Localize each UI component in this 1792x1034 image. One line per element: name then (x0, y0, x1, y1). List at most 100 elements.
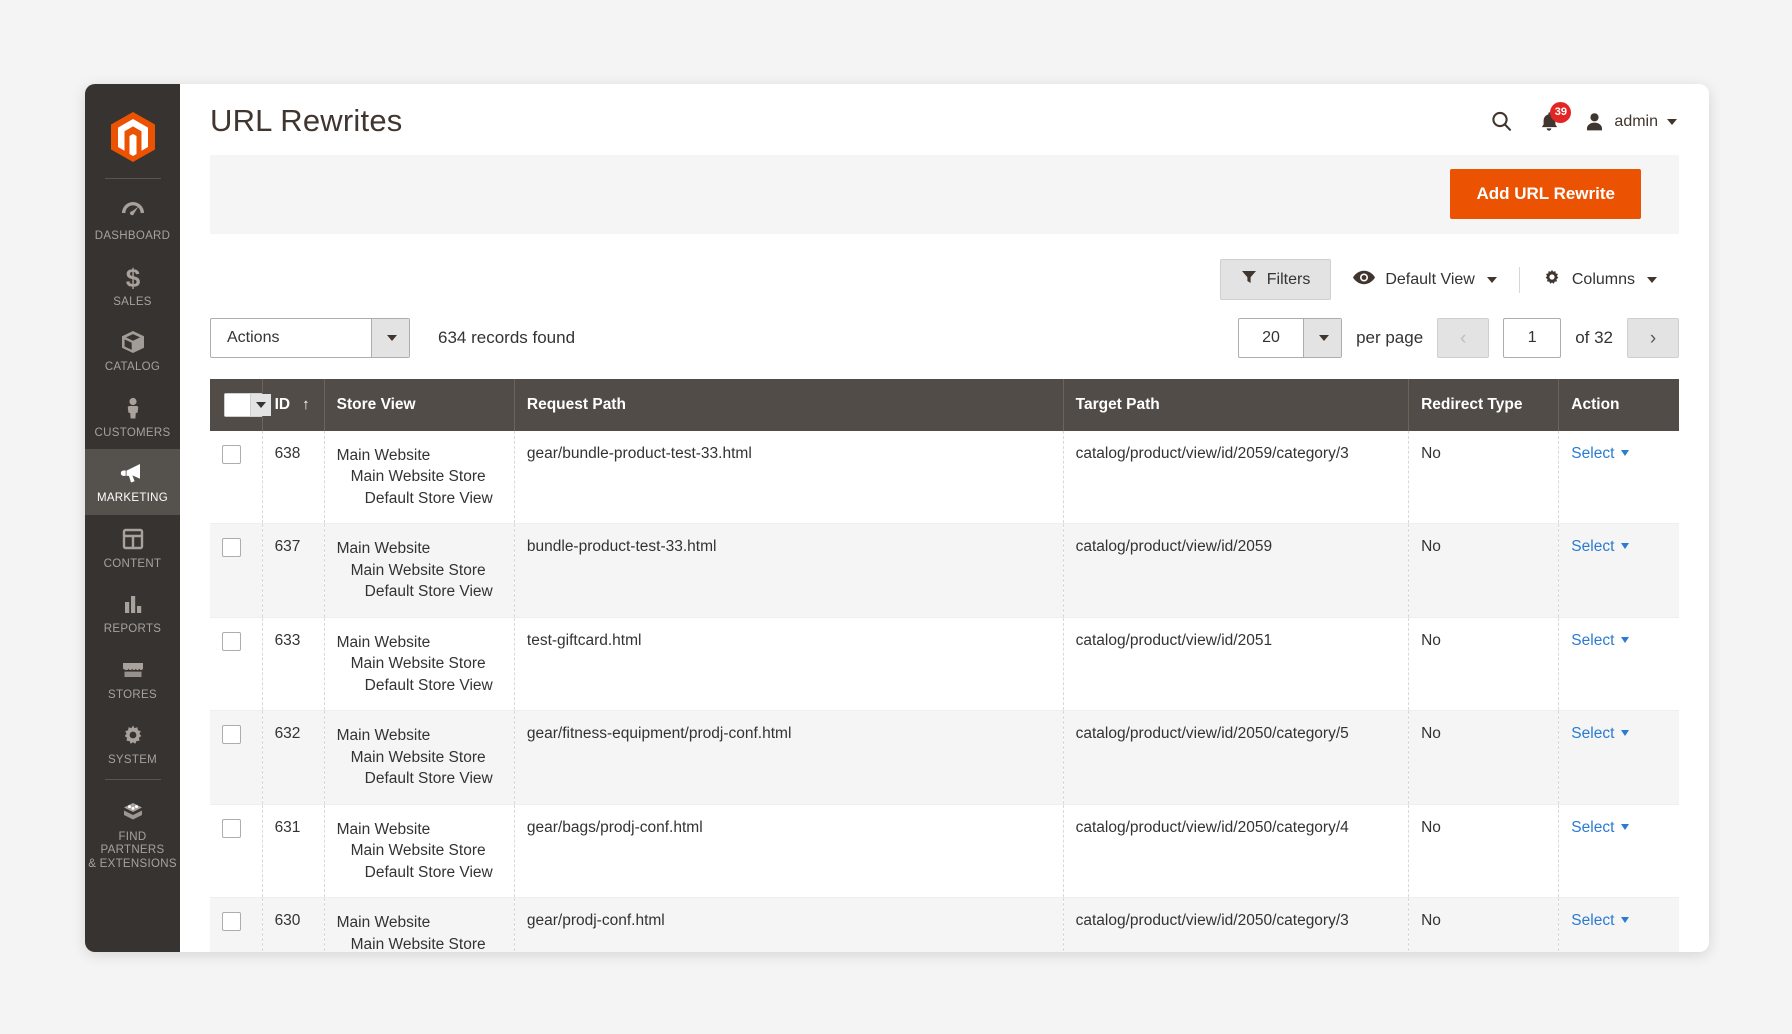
row-action-select[interactable]: Select (1571, 725, 1614, 742)
select-all-dropdown[interactable] (224, 392, 272, 417)
column-header-request-path[interactable]: Request Path (514, 378, 1064, 431)
cell-redirect-type: No (1408, 710, 1560, 805)
sidebar-item-marketing[interactable]: MARKETING (85, 449, 180, 515)
next-page-button[interactable]: › (1627, 318, 1679, 359)
magento-logo-icon (110, 112, 155, 162)
cell-target-path: catalog/product/view/id/2050/category/5 (1063, 710, 1410, 805)
storefront-icon (87, 656, 178, 686)
cell-target-path: catalog/product/view/id/2059 (1063, 523, 1410, 618)
store-view-line: Default Store View (364, 676, 493, 694)
cell-action[interactable]: Select (1558, 430, 1679, 525)
blocks-icon (87, 798, 178, 828)
filters-button[interactable]: Filters (1219, 259, 1332, 301)
cell-request-path: gear/fitness-equipment/prodj-conf.html (514, 710, 1064, 805)
table-row[interactable]: 630Main WebsiteMain Website StoreDefault… (210, 897, 1679, 952)
row-checkbox[interactable] (222, 725, 241, 745)
sidebar-item-label: SALES (113, 295, 152, 308)
table-row[interactable]: 637 Main Website Main Website Store Default… (210, 523, 1679, 618)
magento-logo[interactable] (110, 98, 155, 176)
columns-label: Columns (1571, 270, 1635, 288)
table-header-row: ID ↑ Store View Request Path Target Path… (210, 378, 1679, 431)
row-select-cell[interactable] (210, 430, 263, 525)
default-view-selector[interactable]: Default View (1331, 270, 1519, 290)
per-page-select[interactable]: 20 (1238, 318, 1343, 359)
notifications-bell[interactable]: 39 (1538, 101, 1572, 134)
megaphone-icon (87, 459, 178, 489)
top-bar-actions: 39 admin (1489, 101, 1677, 134)
sidebar-item-dashboard[interactable]: DASHBOARD (85, 187, 180, 253)
box-icon (87, 328, 178, 358)
row-select-cell[interactable] (210, 897, 263, 952)
table-row[interactable]: 633 Main Website Main Website Store Default… (210, 617, 1679, 712)
row-action-select[interactable]: Select (1571, 819, 1614, 836)
table-row[interactable]: 631 Main Website Main Website Store Default… (210, 804, 1679, 899)
page-actions-strip: Add URL Rewrite (210, 155, 1679, 234)
select-all-checkbox[interactable] (225, 393, 250, 416)
sidebar-item-reports[interactable]: REPORTS (85, 580, 180, 646)
admin-menu[interactable]: admin (1584, 111, 1677, 133)
row-action-select[interactable]: Select (1571, 445, 1614, 462)
row-action-select[interactable]: Select (1571, 912, 1614, 929)
row-select-cell[interactable] (210, 710, 263, 805)
row-checkbox[interactable] (222, 912, 241, 932)
row-select-cell[interactable] (210, 804, 263, 899)
sidebar: DASHBOARD $ SALES CATALOG CUSTOMERS MARK… (85, 84, 180, 952)
cell-request-path: bundle-product-test-33.html (514, 523, 1064, 618)
row-checkbox[interactable] (222, 818, 241, 838)
pagination: 20 per page ‹ of 32 › (1238, 318, 1679, 359)
sidebar-item-content[interactable]: CONTENT (85, 515, 180, 581)
sidebar-item-customers[interactable]: CUSTOMERS (85, 384, 180, 450)
columns-selector[interactable]: Columns (1520, 267, 1679, 292)
row-action-select[interactable]: Select (1571, 538, 1614, 555)
previous-page-button[interactable]: ‹ (1437, 318, 1490, 359)
column-header-redirect-type[interactable]: Redirect Type (1408, 378, 1560, 431)
row-checkbox[interactable] (222, 538, 241, 558)
sidebar-item-stores[interactable]: STORES (85, 646, 180, 712)
cell-store-view: Main Website Main Website Store Default St… (324, 804, 515, 899)
sidebar-item-system[interactable]: SYSTEM (85, 711, 180, 777)
table-row[interactable]: 638 Main Website Main Website Store Default… (210, 430, 1679, 525)
cell-action[interactable]: Select (1558, 804, 1679, 899)
column-header-id[interactable]: ID ↑ (262, 378, 325, 431)
add-url-rewrite-button[interactable]: Add URL Rewrite (1450, 169, 1641, 220)
store-view-line: Main Website (336, 446, 431, 464)
store-view-line: Main Website (336, 914, 431, 932)
row-checkbox[interactable] (222, 444, 241, 464)
actions-select[interactable]: Actions (210, 318, 410, 359)
cell-action[interactable]: Select (1558, 617, 1679, 712)
row-action-select[interactable]: Select (1571, 632, 1614, 649)
chevron-down-icon (371, 319, 409, 358)
row-select-cell[interactable] (210, 523, 263, 618)
top-bar: URL Rewrites 39 admin (180, 84, 1709, 156)
funnel-icon (1241, 269, 1257, 290)
chevron-down-icon[interactable] (250, 393, 271, 416)
search-icon[interactable] (1489, 109, 1514, 134)
sidebar-item-label: FIND PARTNERS & EXTENSIONS (88, 830, 177, 870)
chevron-down-icon (1621, 917, 1630, 924)
chevron-down-icon (1621, 636, 1630, 643)
column-header-target-path[interactable]: Target Path (1063, 378, 1410, 431)
column-header-select-all[interactable] (210, 378, 272, 431)
table-row[interactable]: 632 Main Website Main Website Store Default… (210, 710, 1679, 805)
store-view-line: Main Website Store (350, 935, 486, 952)
chevron-down-icon (1621, 823, 1630, 830)
data-table: ID ↑ Store View Request Path Target Path… (210, 378, 1679, 952)
sidebar-item-catalog[interactable]: CATALOG (85, 318, 180, 384)
sidebar-divider (104, 178, 161, 179)
cell-action[interactable]: Select (1558, 523, 1679, 618)
column-header-store-view[interactable]: Store View (324, 378, 515, 431)
sidebar-item-sales[interactable]: $ SALES (85, 253, 180, 319)
cell-action[interactable]: Select (1558, 897, 1679, 952)
store-view-line: Default Store View (364, 770, 493, 788)
cell-target-path: catalog/product/view/id/2059/category/3 (1063, 430, 1410, 525)
page-title: URL Rewrites (210, 103, 403, 138)
row-select-cell[interactable] (210, 617, 263, 712)
sort-ascending-icon: ↑ (302, 396, 310, 414)
row-checkbox[interactable] (222, 631, 241, 651)
sidebar-divider-2 (104, 778, 161, 780)
cell-action[interactable]: Select (1558, 710, 1679, 805)
gear-icon (1542, 267, 1562, 292)
sidebar-item-find-partners[interactable]: FIND PARTNERS & EXTENSIONS (85, 788, 180, 881)
current-page-input[interactable] (1503, 318, 1562, 359)
cell-target-path: catalog/product/view/id/2050/category/4 (1063, 804, 1410, 899)
